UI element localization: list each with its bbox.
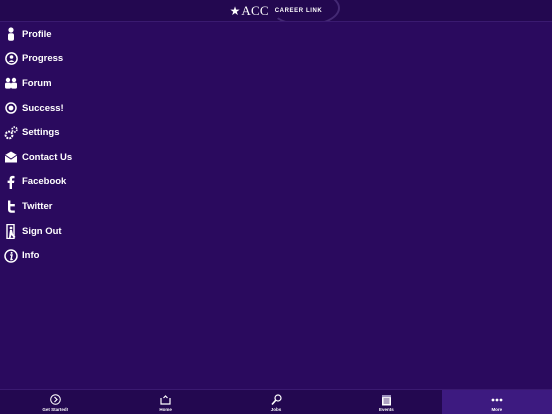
chevron-circle-icon (49, 393, 61, 406)
star-icon: ★ (229, 3, 241, 18)
app-header: ★ ACC CAREER LINK (0, 0, 552, 22)
menu-item-label: Info (22, 250, 40, 262)
tab-jobs[interactable]: Jobs (221, 390, 331, 414)
menu-item-label: Twitter (22, 200, 53, 212)
home-icon (160, 393, 171, 406)
success-icon (4, 100, 18, 116)
tab-get-started[interactable]: Get Started! (0, 390, 110, 414)
menu-item-label: Settings (22, 127, 60, 139)
progress-icon (4, 51, 18, 67)
tab-label: Events (379, 407, 394, 412)
gears-icon (4, 125, 18, 141)
menu-item-info[interactable]: Info (0, 243, 552, 268)
menu-item-twitter[interactable]: Twitter (0, 194, 552, 219)
logo-text: ACC (241, 2, 269, 18)
tab-label: Jobs (270, 407, 282, 412)
tab-label: More (491, 407, 503, 412)
people-icon (4, 75, 18, 91)
person-icon (4, 26, 18, 42)
menu-item-progress[interactable]: Progress (0, 47, 552, 72)
menu-item-profile[interactable]: Profile (0, 22, 552, 47)
tab-label: Get Started! (42, 407, 69, 412)
menu-item-label: Contact Us (22, 151, 73, 163)
menu-item-facebook[interactable]: Facebook (0, 170, 552, 195)
tab-home[interactable]: Home (110, 390, 220, 414)
menu-item-label: Progress (22, 53, 64, 65)
logo: ★ ACC CAREER LINK (230, 3, 323, 19)
menu-item-label: Facebook (22, 176, 67, 188)
magnifier-icon (270, 393, 282, 406)
more-dots-icon (491, 393, 503, 406)
twitter-icon (4, 198, 18, 214)
menu-item-settings[interactable]: Settings (0, 120, 552, 145)
menu-item-sign-out[interactable]: Sign Out (0, 219, 552, 244)
calendar-icon (381, 393, 392, 406)
menu-item-label: Success! (22, 102, 64, 114)
sign-out-icon (4, 223, 18, 239)
envelope-icon (4, 149, 18, 165)
menu-item-forum[interactable]: Forum (0, 71, 552, 96)
tab-bar: Get Started! Home Jobs Events More (0, 389, 552, 414)
facebook-icon (4, 174, 18, 190)
info-icon (4, 248, 18, 264)
tab-events[interactable]: Events (331, 390, 441, 414)
menu-item-label: Forum (22, 77, 52, 89)
menu-item-contact-us[interactable]: Contact Us (0, 145, 552, 170)
tab-label: Home (159, 407, 172, 412)
side-menu: Profile Progress Forum Success! Settings… (0, 22, 552, 268)
menu-item-label: Profile (22, 28, 52, 40)
menu-item-label: Sign Out (22, 225, 62, 237)
menu-item-success[interactable]: Success! (0, 96, 552, 121)
logo-subtitle: CAREER LINK (274, 7, 323, 14)
tab-more[interactable]: More (441, 390, 552, 414)
